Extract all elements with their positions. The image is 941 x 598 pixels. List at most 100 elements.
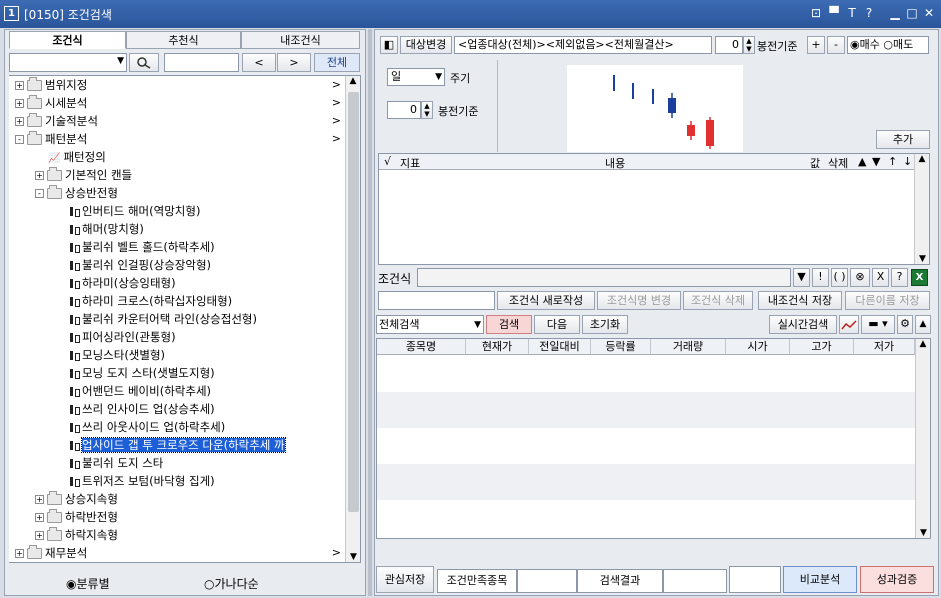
clear-button[interactable]: ⊗: [850, 268, 870, 287]
column-option-icon[interactable]: ▬ ▾: [861, 315, 895, 334]
not-button[interactable]: !: [812, 268, 829, 287]
pin-icon[interactable]: ▀: [827, 6, 841, 20]
col-price[interactable]: 현재가: [466, 339, 529, 355]
scroll-thumb[interactable]: [348, 92, 359, 512]
panel-toggle-icon[interactable]: ◧: [380, 36, 398, 54]
cond-formula-input[interactable]: [417, 268, 791, 287]
table-row[interactable]: [377, 374, 915, 392]
save-my-condition-button[interactable]: 내조건식 저장: [758, 291, 842, 310]
table-row[interactable]: [377, 356, 915, 374]
submenu-arrow-icon[interactable]: >: [332, 130, 341, 148]
col-value[interactable]: 값: [810, 155, 820, 171]
link-icon[interactable]: ⊡: [809, 6, 823, 20]
tree-item[interactable]: 불리쉬 카운터어택 라인(상승접선형): [55, 310, 345, 328]
collapse-up-icon[interactable]: ▲: [915, 315, 931, 334]
tab-recommended[interactable]: 추천식: [126, 31, 241, 49]
tree-item[interactable]: 📈 패턴정의: [35, 148, 345, 166]
radio-buy[interactable]: ◉매수: [850, 38, 880, 51]
submenu-arrow-icon[interactable]: >: [332, 112, 341, 130]
tree-item[interactable]: + 상승지속형: [35, 490, 345, 508]
tree-item[interactable]: 불리쉬 벨트 홀드(하락추세): [55, 238, 345, 256]
col-rate[interactable]: 등락률: [591, 339, 651, 355]
tree-item[interactable]: + 재무분석 >: [15, 544, 345, 562]
tree-item[interactable]: + 기본적인 캔들: [35, 166, 345, 184]
tree-scrollbar[interactable]: ▲ ▼: [345, 76, 360, 562]
all-button[interactable]: 전체: [314, 53, 360, 72]
chart-icon[interactable]: [839, 315, 859, 334]
expand-icon[interactable]: +: [35, 513, 44, 522]
tree-item[interactable]: 모닝스타(샛별형): [55, 346, 345, 364]
tree-item[interactable]: 하라미 크로스(하락십자잉태형): [55, 292, 345, 310]
bong-input[interactable]: 0: [715, 36, 743, 54]
rename-condition-button[interactable]: 조건식명 변경: [597, 291, 681, 310]
close-icon[interactable]: ✕: [922, 6, 936, 20]
radio-by-category[interactable]: ◉분류별: [66, 575, 110, 592]
prev-button[interactable]: <: [242, 53, 276, 72]
search-scope-select[interactable]: 전체검색 ▼: [376, 315, 484, 334]
table-row[interactable]: [377, 464, 915, 482]
expand-icon[interactable]: +: [15, 549, 24, 558]
tree-item[interactable]: 쓰리 인사이드 업(상승추세): [55, 400, 345, 418]
gear-icon[interactable]: ⚙: [897, 315, 913, 334]
move-down-icon[interactable]: ↓: [903, 155, 912, 168]
move-up-icon[interactable]: ↑: [888, 155, 897, 168]
fav-save-button[interactable]: 관심저장: [376, 566, 434, 593]
table-row[interactable]: [377, 518, 915, 536]
collapse-icon[interactable]: -: [35, 189, 44, 198]
col-open[interactable]: 시가: [726, 339, 790, 355]
tree-item[interactable]: 불리쉬 인걸핑(상승장악형): [55, 256, 345, 274]
tree-item[interactable]: 하라미(상승잉태형): [55, 274, 345, 292]
tab-condition[interactable]: 조건식: [9, 31, 126, 49]
maximize-icon[interactable]: □: [905, 6, 919, 20]
search-input[interactable]: [164, 53, 239, 72]
cond-name-input[interactable]: [378, 291, 495, 310]
expand-icon[interactable]: +: [35, 531, 44, 540]
col-volume[interactable]: 거래량: [651, 339, 726, 355]
tree-item[interactable]: 피어싱라인(관통형): [55, 328, 345, 346]
tree-item[interactable]: 인버티드 해머(역망치형): [55, 202, 345, 220]
period-bong-input[interactable]: 0: [387, 101, 421, 119]
col-delete[interactable]: 삭제: [828, 155, 848, 171]
minus-button[interactable]: -: [827, 36, 845, 54]
table-row[interactable]: [377, 428, 915, 446]
table-row[interactable]: [377, 410, 915, 428]
realtime-search-button[interactable]: 실시간검색: [769, 315, 837, 334]
results-scrollbar[interactable]: ▲ ▼: [915, 339, 930, 538]
compare-button[interactable]: 비교분석: [783, 566, 857, 593]
minimize-icon[interactable]: ▁: [888, 6, 902, 20]
run-search-button[interactable]: 검색: [486, 315, 532, 334]
spin-icon[interactable]: ▲ ▼: [743, 36, 755, 54]
period-select[interactable]: 일 ▼: [387, 68, 445, 86]
plus-button[interactable]: +: [807, 36, 825, 54]
font-icon[interactable]: T: [845, 6, 859, 20]
tab-my-condition[interactable]: 내조건식: [241, 31, 360, 49]
verify-button[interactable]: 성과검증: [860, 566, 934, 593]
add-button[interactable]: 추가: [876, 130, 930, 149]
delete-condition-button[interactable]: 조건식 삭제: [683, 291, 753, 310]
table-row[interactable]: [377, 500, 915, 518]
sort-down-icon[interactable]: ▼: [872, 155, 880, 168]
tree-item[interactable]: 업사이드 갭 투 크로우즈 다운(하락추세 까: [55, 436, 345, 454]
col-low[interactable]: 저가: [854, 339, 915, 355]
col-indicator[interactable]: 지표: [400, 155, 420, 171]
tree-item[interactable]: 해머(망치형): [55, 220, 345, 238]
excel-icon[interactable]: X: [911, 269, 928, 286]
splitter[interactable]: [368, 29, 372, 596]
tree-item[interactable]: + 범위지정 >: [15, 76, 345, 94]
new-condition-button[interactable]: 조건식 새로작성: [497, 291, 595, 310]
indicator-scrollbar[interactable]: ▲ ▼: [914, 154, 929, 264]
tree-item[interactable]: + 기술적분석 >: [15, 112, 345, 130]
col-high[interactable]: 고가: [790, 339, 854, 355]
tree-item[interactable]: - 패턴분석 >: [15, 130, 345, 148]
expand-icon[interactable]: +: [35, 495, 44, 504]
paren-button[interactable]: ( ): [831, 268, 848, 287]
tree-item[interactable]: - 상승반전형: [35, 184, 345, 202]
delete-button[interactable]: X: [872, 268, 889, 287]
table-row[interactable]: [377, 392, 915, 410]
expand-icon[interactable]: +: [35, 171, 44, 180]
tree-item[interactable]: 트위저즈 보텀(바닥형 집게): [55, 472, 345, 490]
tree-item[interactable]: + 하락반전형: [35, 508, 345, 526]
submenu-arrow-icon[interactable]: >: [332, 94, 341, 112]
col-check[interactable]: √: [384, 155, 391, 168]
sort-up-icon[interactable]: ▲: [858, 155, 866, 168]
